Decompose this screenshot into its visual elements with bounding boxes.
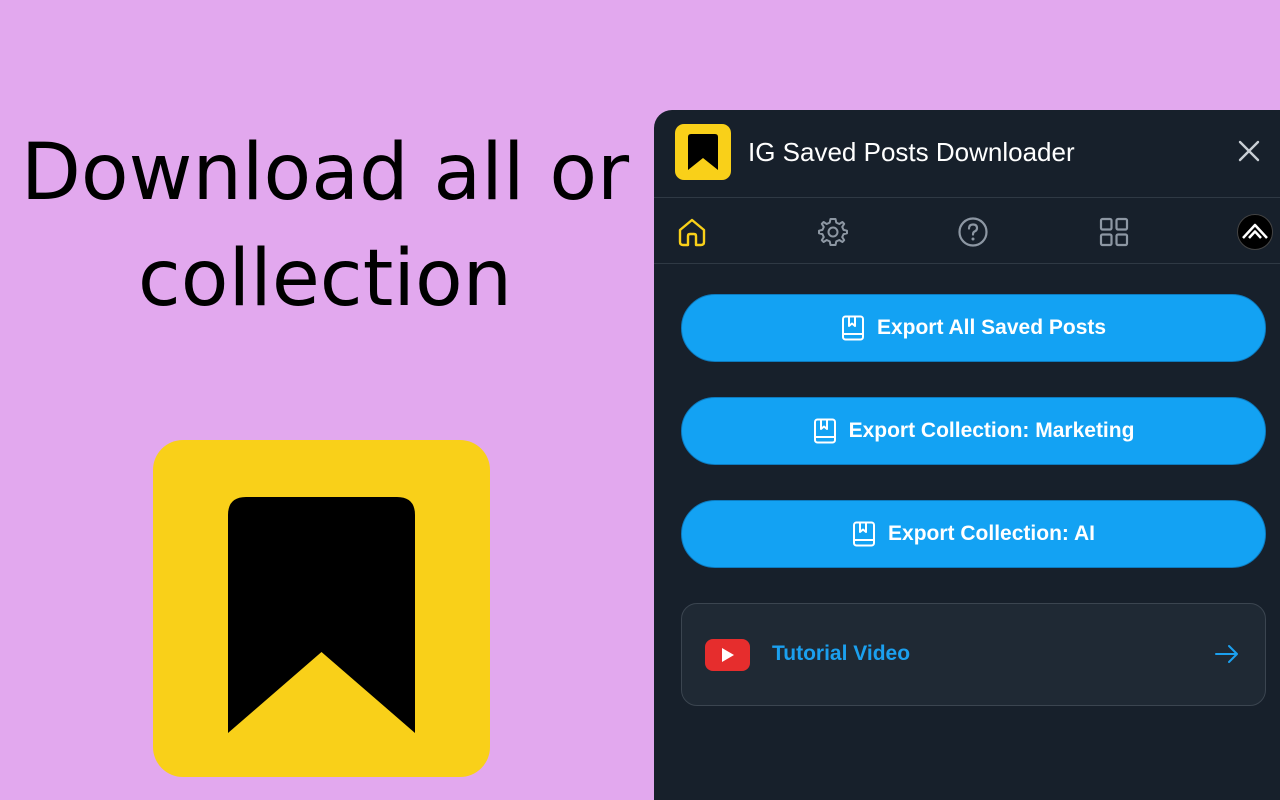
- book-icon: [841, 315, 864, 341]
- export-all-button[interactable]: Export All Saved Posts: [681, 294, 1266, 362]
- close-icon: [1238, 140, 1260, 162]
- export-marketing-label: Export Collection: Marketing: [848, 419, 1135, 442]
- youtube-icon: [705, 639, 750, 671]
- arrow-right-icon: [1214, 643, 1240, 670]
- extension-panel: IG Saved Posts Downloader Export All Sav…: [654, 110, 1280, 800]
- export-marketing-button[interactable]: Export Collection: Marketing: [681, 397, 1266, 465]
- book-icon: [853, 521, 876, 547]
- home-icon: [678, 218, 706, 247]
- nav-apps[interactable]: [1097, 215, 1131, 249]
- gear-icon: [818, 218, 848, 246]
- app-logo: [675, 124, 731, 180]
- avatar-icon: [1242, 223, 1268, 239]
- nav-help[interactable]: [956, 215, 990, 249]
- promo-headline: Download all or collection: [0, 120, 650, 332]
- bookmark-icon: [228, 497, 415, 733]
- close-button[interactable]: [1236, 138, 1262, 164]
- nav-settings[interactable]: [816, 215, 850, 249]
- bookmark-icon: [688, 134, 718, 170]
- tutorial-video-link[interactable]: Tutorial Video: [681, 603, 1266, 706]
- grid-icon: [1099, 217, 1129, 247]
- export-ai-button[interactable]: Export Collection: AI: [681, 500, 1266, 568]
- nav-account-avatar[interactable]: [1237, 214, 1273, 250]
- book-icon: [813, 418, 836, 444]
- promo-bookmark-logo: [153, 440, 490, 777]
- app-title: IG Saved Posts Downloader: [748, 137, 1075, 167]
- help-icon: [958, 217, 988, 247]
- panel-header: IG Saved Posts Downloader: [654, 110, 1280, 198]
- export-ai-label: Export Collection: AI: [888, 522, 1095, 545]
- nav-home[interactable]: [675, 215, 709, 249]
- export-all-label: Export All Saved Posts: [876, 316, 1107, 339]
- headline-line-1: Download all or: [20, 128, 630, 218]
- headline-line-2: collection: [137, 234, 513, 324]
- nav-bar: [654, 198, 1280, 264]
- tutorial-video-label: Tutorial Video: [772, 642, 911, 665]
